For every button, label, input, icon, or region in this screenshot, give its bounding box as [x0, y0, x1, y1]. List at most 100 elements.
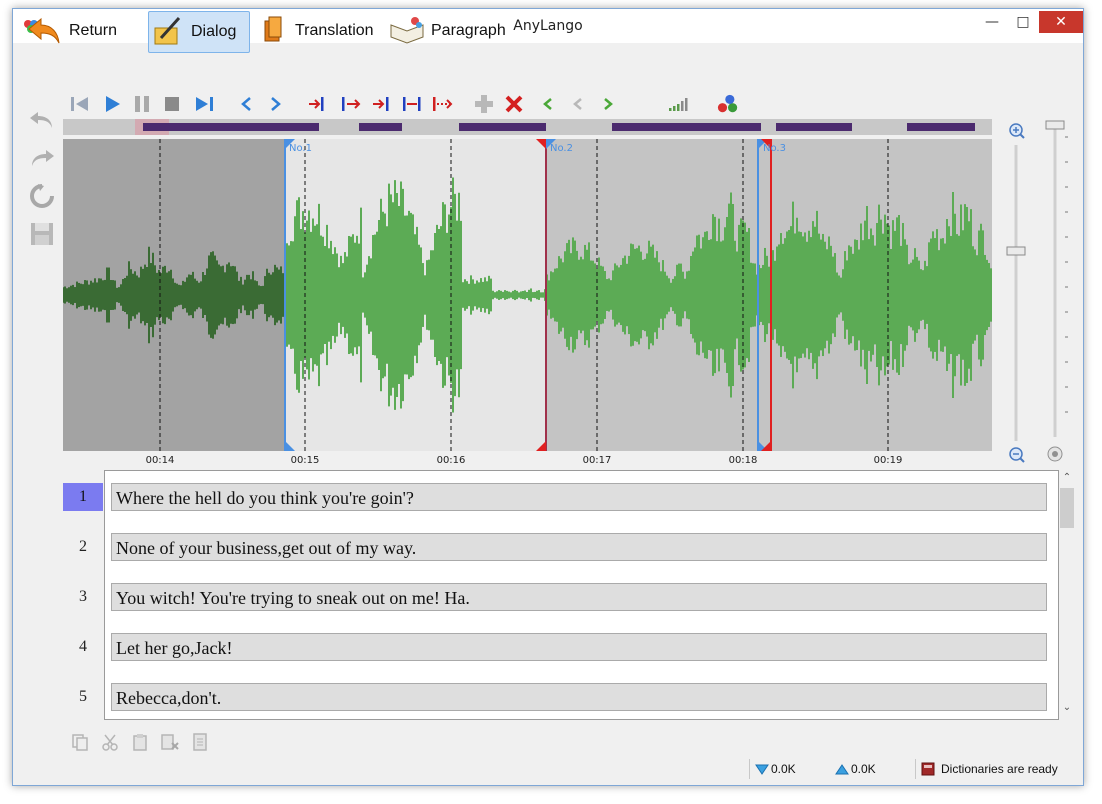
dialog-label: Dialog: [191, 23, 237, 40]
sentence-text[interactable]: Where the hell do you think you're goin'…: [111, 483, 1047, 511]
marker-no1-label: No.1: [289, 143, 312, 154]
tick-label: 00:19: [873, 455, 903, 466]
gray-prev-icon[interactable]: [567, 93, 589, 115]
split-segment-icon[interactable]: [339, 93, 361, 115]
marker-no2-label: No.2: [550, 143, 573, 154]
sentence-number[interactable]: 3: [63, 583, 103, 611]
download-speed: 0.0K: [771, 762, 796, 776]
row-number-gutter: 1 2 3 4 5: [63, 470, 103, 718]
paragraph-book-icon: [390, 17, 424, 44]
scroll-up-icon[interactable]: ⌃: [1059, 472, 1075, 483]
green-next-icon[interactable]: [597, 93, 619, 115]
translation-book-icon: [264, 16, 282, 42]
sentence-row[interactable]: Rebecca,don't.: [105, 671, 1058, 719]
status-bar: 0.0K 0.0K Dictionaries are ready: [13, 755, 1083, 783]
merge-segment-icon[interactable]: [401, 93, 423, 115]
status-separator: [915, 759, 916, 779]
sentence-row[interactable]: You witch! You're trying to sneak out on…: [105, 571, 1058, 621]
skip-back-icon[interactable]: [69, 93, 91, 115]
volume-level-icon[interactable]: [667, 93, 689, 115]
sentence-text[interactable]: Let her go,Jack!: [111, 633, 1047, 661]
save-icon[interactable]: [27, 219, 57, 249]
scrollbar-thumb[interactable]: [1060, 488, 1074, 528]
spell-check-icon[interactable]: [717, 93, 739, 115]
upload-speed: 0.0K: [851, 762, 876, 776]
stop-icon[interactable]: [161, 93, 183, 115]
close-button[interactable]: ✕: [1039, 11, 1083, 33]
overview-segment: [143, 123, 319, 131]
status-separator: [749, 759, 750, 779]
download-arrow-icon: [755, 764, 769, 775]
overview-segment: [459, 123, 546, 131]
sentence-list: Where the hell do you think you're goin'…: [104, 470, 1059, 720]
paragraph-tab[interactable]: Paragraph: [389, 11, 509, 51]
sentence-row[interactable]: None of your business,get out of my way.: [105, 521, 1058, 571]
next-segment-icon[interactable]: [265, 93, 287, 115]
tick-label: 00:15: [290, 455, 320, 466]
sentence-number[interactable]: 4: [63, 633, 103, 661]
cut-icon[interactable]: [99, 731, 121, 753]
time-axis: 00:14 00:15 00:16 00:17 00:18 00:19: [63, 451, 992, 471]
tick-label: 00:14: [145, 455, 175, 466]
amplitude-slider-thumb[interactable]: [1045, 120, 1065, 130]
tick-label: 00:17: [582, 455, 612, 466]
overview-segment: [359, 123, 402, 131]
marker-no3-label: No.3: [763, 143, 786, 154]
maximize-button[interactable]: □: [1008, 11, 1038, 33]
dictionary-status-text: Dictionaries are ready: [941, 762, 1058, 776]
set-end-icon[interactable]: [371, 93, 393, 115]
upload-arrow-icon: [835, 764, 849, 775]
overview-segment: [612, 123, 761, 131]
skip-forward-icon[interactable]: [193, 93, 215, 115]
delete-text-icon[interactable]: [159, 731, 181, 753]
upload-status: 0.0K: [835, 760, 876, 778]
side-toolbar: [27, 105, 59, 257]
zoom-slider-thumb[interactable]: [1006, 246, 1026, 256]
sentence-number[interactable]: 5: [63, 683, 103, 711]
play-icon[interactable]: [101, 93, 123, 115]
waveform-view[interactable]: No.1 No.2 No.3: [63, 139, 992, 451]
sentence-number[interactable]: 2: [63, 533, 103, 561]
zoom-slider[interactable]: [1005, 121, 1033, 471]
sentence-text[interactable]: Rebecca,don't.: [111, 683, 1047, 711]
paste-icon[interactable]: [129, 731, 151, 753]
paragraph-label: Paragraph: [431, 22, 506, 39]
redo-icon[interactable]: [27, 143, 57, 173]
refresh-icon[interactable]: [27, 181, 57, 211]
amplitude-slider[interactable]: [1043, 117, 1073, 467]
return-arrow-icon: [28, 17, 60, 44]
delete-icon[interactable]: [503, 93, 525, 115]
sentence-row[interactable]: Where the hell do you think you're goin'…: [105, 471, 1058, 521]
sentence-list-scrollbar[interactable]: ⌃ ⌄: [1059, 470, 1075, 718]
dictionary-status: Dictionaries are ready: [921, 760, 1058, 778]
sentence-text[interactable]: None of your business,get out of my way.: [111, 533, 1047, 561]
tick-label: 00:16: [436, 455, 466, 466]
pause-icon[interactable]: [131, 93, 153, 115]
zoom-in-icon[interactable]: [1009, 123, 1025, 139]
minimize-button[interactable]: —: [977, 11, 1007, 33]
copy-icon[interactable]: [69, 731, 91, 753]
add-icon[interactable]: [473, 93, 495, 115]
return-label: Return: [69, 22, 118, 39]
dictionary-book-icon: [921, 762, 935, 776]
speaker-icon[interactable]: [1047, 446, 1063, 462]
extend-segment-icon[interactable]: [431, 93, 453, 115]
return-button[interactable]: Return: [27, 11, 139, 51]
sentence-row[interactable]: Let her go,Jack!: [105, 621, 1058, 671]
zoom-out-icon[interactable]: [1009, 447, 1025, 463]
green-prev-icon[interactable]: [537, 93, 559, 115]
dialog-tab[interactable]: Dialog: [148, 11, 250, 53]
document-icon[interactable]: [189, 731, 211, 753]
sentence-text[interactable]: You witch! You're trying to sneak out on…: [111, 583, 1047, 611]
scroll-down-icon[interactable]: ⌄: [1059, 702, 1075, 713]
translation-tab[interactable]: Translation: [259, 11, 381, 51]
overview-timeline[interactable]: [63, 119, 992, 135]
translation-label: Translation: [295, 22, 374, 39]
sentence-number[interactable]: 1: [63, 483, 103, 511]
set-start-icon[interactable]: [307, 93, 329, 115]
prev-segment-icon[interactable]: [235, 93, 257, 115]
overview-segment: [907, 123, 975, 131]
download-status: 0.0K: [755, 760, 796, 778]
undo-icon[interactable]: [27, 105, 57, 135]
tick-label: 00:18: [728, 455, 758, 466]
